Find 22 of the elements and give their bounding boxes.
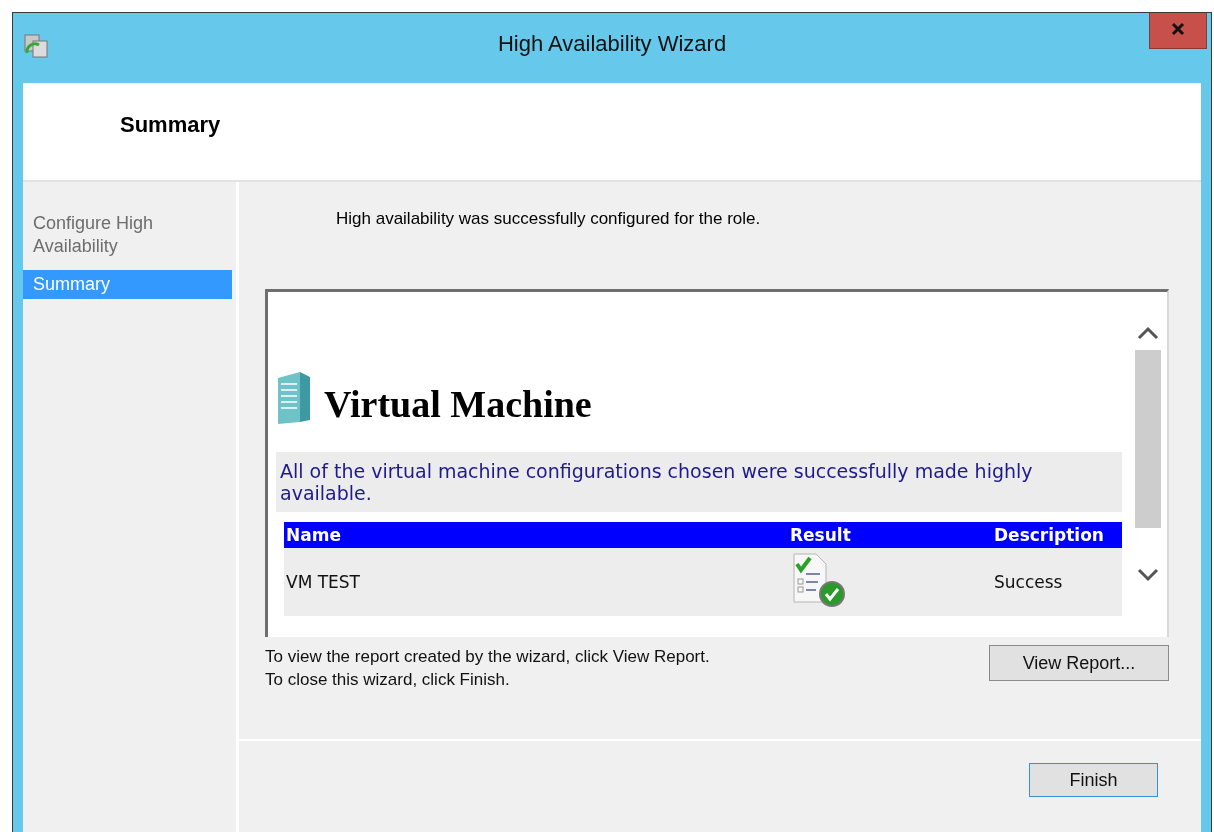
instruction-text: To close this wizard, click Finish.: [265, 669, 511, 691]
page-title: Summary: [120, 112, 221, 138]
step-item[interactable]: Configure High Availability: [23, 209, 232, 261]
close-icon: [1171, 22, 1185, 36]
scroll-down-icon[interactable]: [1136, 568, 1159, 582]
column-header: Name: [284, 522, 788, 548]
instruction-text: To view the report created by the wizard, click View Report.: [265, 646, 710, 668]
status-message: High availability was successfully configured for the role.: [336, 209, 762, 230]
window-title: High Availability Wizard: [497, 29, 727, 57]
column-header: Result: [788, 522, 992, 548]
column-header: Description: [992, 522, 1122, 548]
scroll-up-icon[interactable]: [1136, 326, 1159, 340]
report-message: All of the virtual machine configurations chosen were successfully made highly available.: [276, 452, 1122, 512]
app-icon: [23, 32, 51, 59]
finish-button[interactable]: Finish: [1029, 763, 1158, 797]
table-cell: Success: [992, 548, 1122, 616]
report-heading: Virtual Machine: [324, 382, 592, 426]
close-button[interactable]: [1149, 13, 1207, 49]
view-report-button[interactable]: View Report...: [989, 645, 1169, 681]
server-icon: [276, 370, 312, 426]
scrollbar-thumb[interactable]: [1134, 350, 1161, 528]
table-cell: VM TEST: [284, 548, 788, 616]
